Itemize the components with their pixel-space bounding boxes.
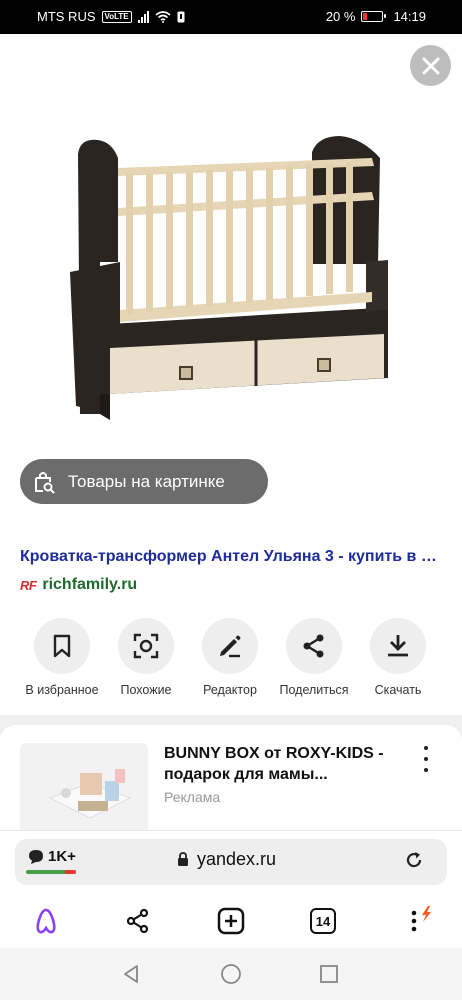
- shopping-bag-search-icon: [35, 471, 55, 493]
- pencil-icon: [220, 635, 241, 658]
- similar-button[interactable]: Похожие: [104, 618, 188, 697]
- action-label: В избранное: [25, 683, 99, 697]
- image-viewer[interactable]: [0, 34, 462, 524]
- comment-icon: [29, 849, 43, 864]
- recents-icon[interactable]: [318, 963, 340, 985]
- products-in-image-button[interactable]: Товары на картинке: [20, 459, 268, 504]
- ad-thumbnail[interactable]: [20, 743, 148, 833]
- crib-image: [70, 136, 388, 420]
- plus-square-icon: [217, 907, 245, 935]
- source-link[interactable]: RF richfamily.ru: [20, 576, 137, 594]
- action-label: Редактор: [203, 683, 257, 697]
- carrier-name: MTS RUS: [37, 9, 96, 24]
- ad-product-image: [20, 743, 148, 833]
- screen: MTS RUS VoLTE 20 % 14:19 Товары на карти…: [0, 0, 462, 1000]
- rating-bar: [26, 870, 76, 874]
- source-name: richfamily.ru: [42, 576, 138, 593]
- more-vertical-icon[interactable]: [418, 746, 434, 772]
- image-search-icon: [133, 633, 159, 659]
- status-bar: MTS RUS VoLTE 20 % 14:19: [0, 0, 462, 34]
- tabs-button[interactable]: 14: [306, 904, 340, 938]
- battery-percent: 20 %: [325, 9, 356, 24]
- volte-badge: VoLTE: [101, 10, 132, 23]
- url-field[interactable]: yandex.ru: [177, 849, 276, 870]
- signal-icon: [137, 10, 149, 23]
- reload-icon[interactable]: [404, 850, 424, 870]
- action-label: Поделиться: [279, 683, 349, 697]
- actions-row: В избранное Похожие Редактор Поделиться …: [0, 618, 462, 698]
- download-icon: [388, 635, 408, 657]
- new-tab-button[interactable]: [214, 904, 248, 938]
- alice-icon: [36, 908, 56, 934]
- source-logo: RF: [20, 577, 37, 593]
- rating-bar-negative: [65, 870, 76, 874]
- close-icon: [422, 57, 439, 74]
- back-icon[interactable]: [120, 963, 142, 985]
- system-nav-bar: [0, 948, 462, 1000]
- more-vertical-icon: [411, 906, 431, 932]
- battery-level: [363, 13, 368, 20]
- battery-icon: [361, 11, 387, 22]
- action-label: Похожие: [120, 683, 172, 697]
- url-text: yandex.ru: [197, 849, 277, 869]
- notification-icon: [177, 11, 185, 22]
- home-icon[interactable]: [220, 963, 242, 985]
- ad-title[interactable]: BUNNY BOX от ROXY-KIDS - подарок для мам…: [164, 743, 404, 785]
- share-button[interactable]: Поделиться: [272, 618, 356, 697]
- comments-count: 1K+: [48, 848, 76, 865]
- comments-button[interactable]: 1K+: [28, 848, 76, 865]
- browser-menu-button[interactable]: [398, 904, 432, 938]
- tabs-count: 14: [310, 908, 336, 934]
- bookmark-icon: [53, 634, 71, 658]
- lock-icon: [178, 852, 188, 866]
- ad-label: Реклама: [164, 789, 221, 805]
- download-button[interactable]: Скачать: [356, 618, 440, 697]
- share-icon: [126, 908, 149, 934]
- action-label: Скачать: [374, 683, 422, 697]
- wifi-icon: [155, 10, 171, 23]
- editor-button[interactable]: Редактор: [188, 618, 272, 697]
- products-button-label: Товары на картинке: [68, 471, 225, 491]
- add-to-favorites-button[interactable]: В избранное: [20, 618, 104, 697]
- close-button[interactable]: [410, 45, 451, 86]
- share-icon: [303, 634, 324, 658]
- alice-button[interactable]: [29, 904, 63, 938]
- clock: 14:19: [393, 9, 426, 24]
- share-page-button[interactable]: [121, 904, 155, 938]
- result-title-link[interactable]: Кроватка-трансформер Антел Ульяна 3 - ку…: [20, 548, 445, 566]
